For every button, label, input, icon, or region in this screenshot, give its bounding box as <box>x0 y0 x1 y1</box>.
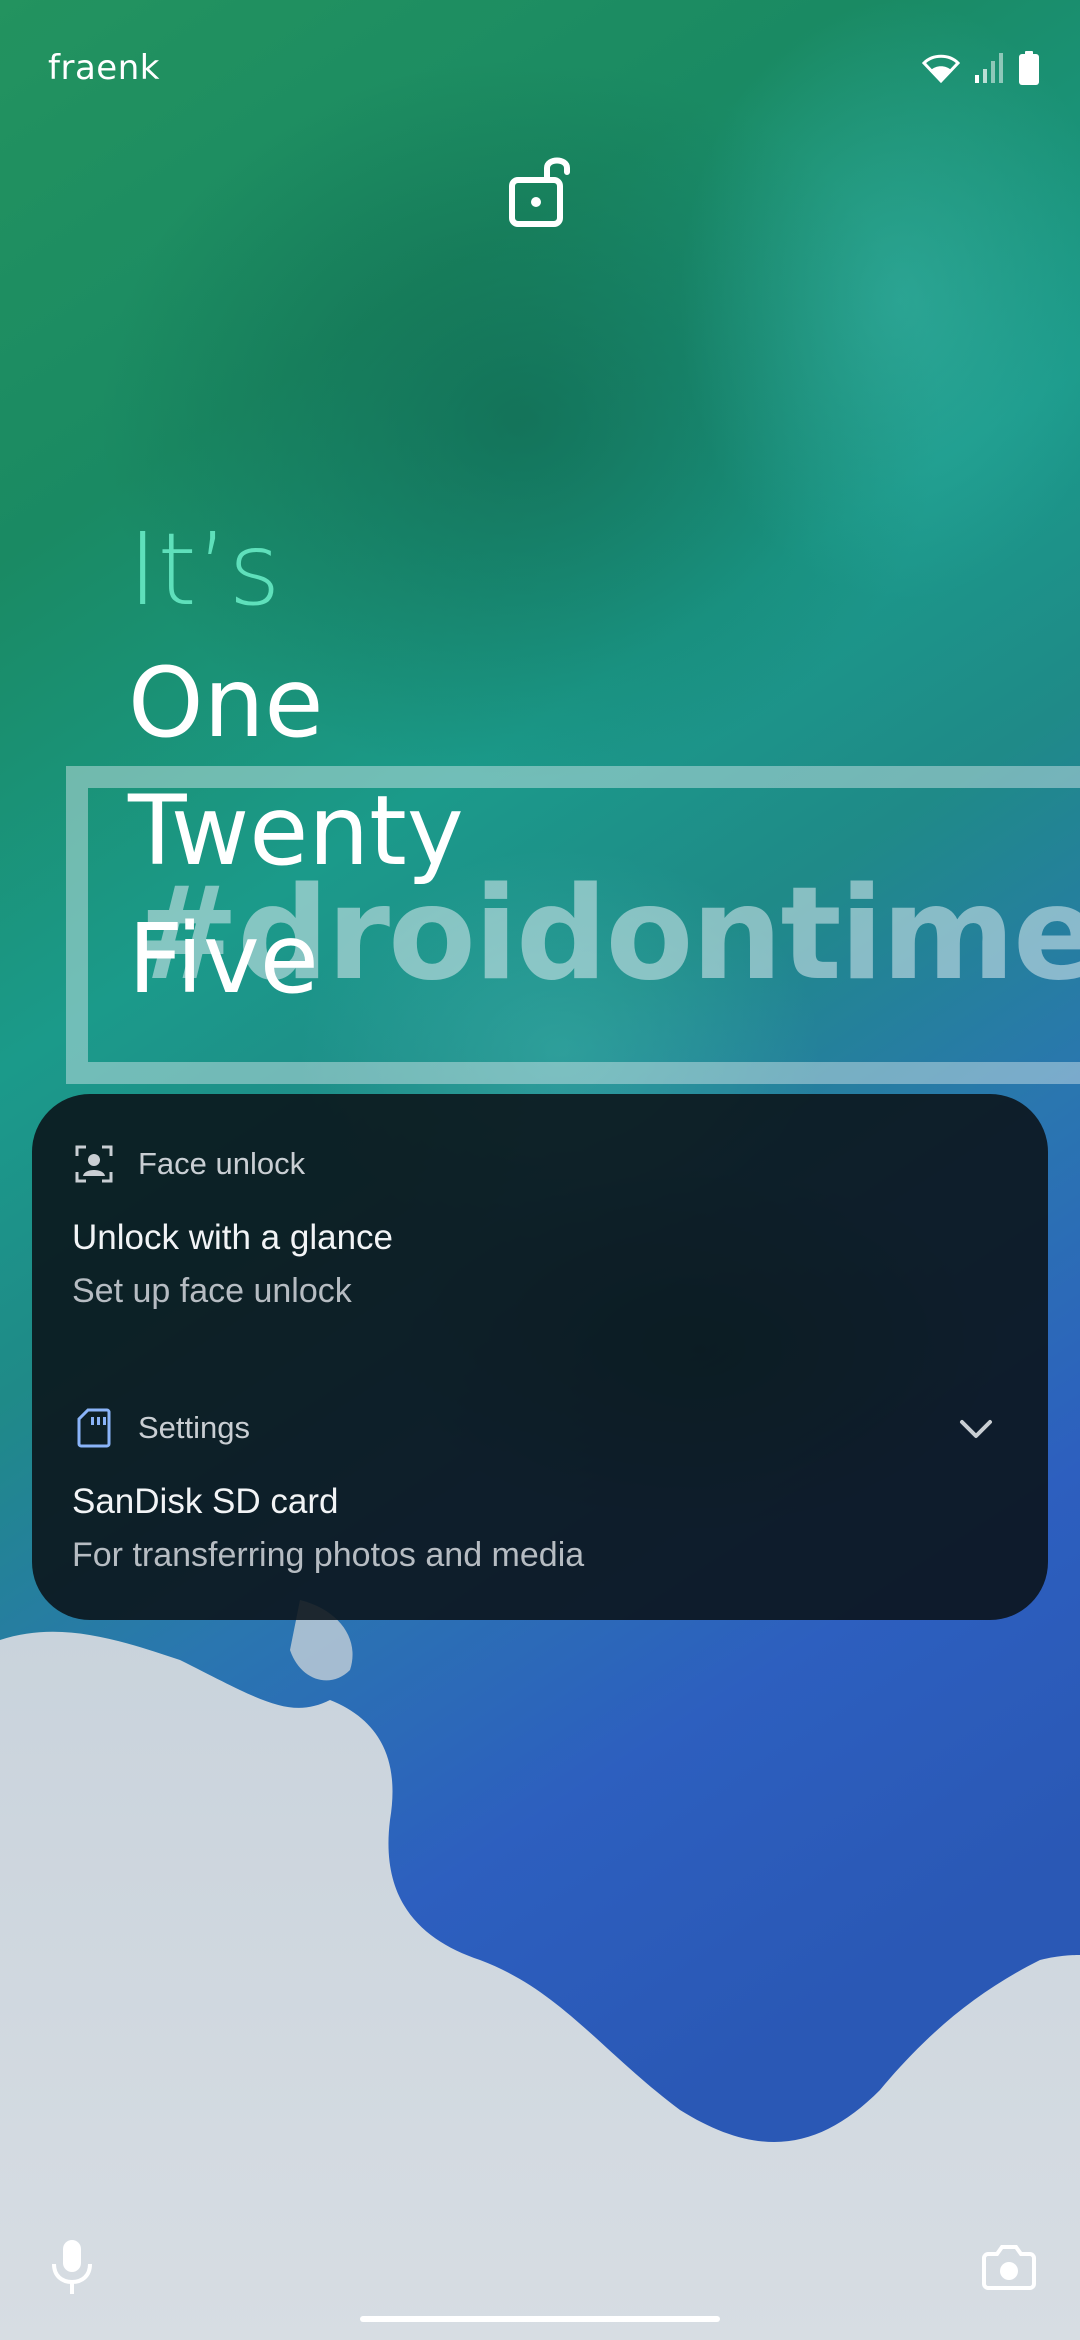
chevron-down-icon[interactable] <box>954 1406 998 1450</box>
notification-title: SanDisk SD card <box>72 1482 339 1521</box>
clock-hour: One <box>128 647 324 759</box>
notification-app-name: Settings <box>138 1410 251 1445</box>
notification-header: Settings <box>72 1406 1008 1450</box>
status-icons <box>922 50 1040 86</box>
clock-prefix: It’s <box>128 511 281 628</box>
clock: It’s One Twenty Five <box>128 515 464 1023</box>
clock-minute-tens: Twenty <box>128 775 464 887</box>
microphone-icon[interactable] <box>50 2238 94 2296</box>
clock-minute-ones: Five <box>128 903 319 1015</box>
notification-app-name: Face unlock <box>138 1146 306 1181</box>
camera-icon[interactable] <box>982 2244 1036 2290</box>
notification-panel: Face unlock Unlock with a glance Set up … <box>32 1094 1048 1620</box>
battery-icon <box>1019 51 1039 85</box>
lock-screen: fraenk #droidontime It’s One Twenty Five… <box>0 0 1080 2340</box>
notification-header: Face unlock <box>72 1142 1008 1186</box>
carrier-name: fraenk <box>48 48 160 88</box>
signal-icon <box>975 53 1003 83</box>
status-bar: fraenk <box>0 0 1080 140</box>
notification-title: Unlock with a glance <box>72 1218 393 1257</box>
face-unlock-icon <box>72 1142 116 1186</box>
notification-face-unlock[interactable]: Face unlock Unlock with a glance Set up … <box>72 1142 1008 1311</box>
notification-sd-card[interactable]: Settings SanDisk SD card For transferrin… <box>72 1406 1008 1575</box>
navigation-handle[interactable] <box>360 2316 720 2322</box>
wifi-icon <box>922 54 960 84</box>
notification-text: Set up face unlock <box>72 1272 352 1310</box>
notification-text: For transferring photos and media <box>72 1536 585 1574</box>
sd-card-icon <box>72 1406 116 1450</box>
unlocked-padlock-icon <box>509 157 570 227</box>
